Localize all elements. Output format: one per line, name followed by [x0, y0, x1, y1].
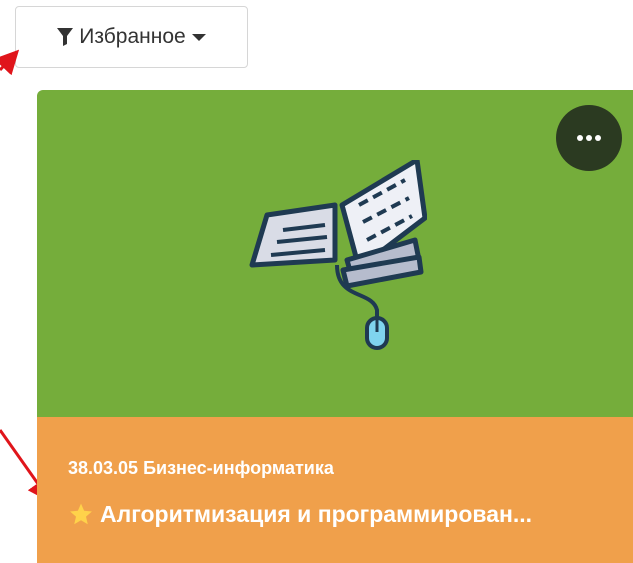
- ellipsis-icon: [577, 135, 583, 141]
- course-category: 38.03.05 Бизнес-информатика: [68, 458, 334, 478]
- book-with-mouse-icon: [249, 160, 427, 350]
- card-menu-button[interactable]: [556, 105, 622, 171]
- course-title: Алгоритмизация и программирован...: [100, 501, 533, 527]
- course-card-footer: 38.03.05 Бизнес-информатика Алгоритмизац…: [37, 417, 633, 563]
- course-card-image[interactable]: [37, 90, 633, 417]
- course-title-link[interactable]: Алгоритмизация и программирован...: [68, 501, 608, 528]
- arrow-to-filter: [0, 49, 20, 76]
- star-icon[interactable]: [68, 502, 94, 527]
- course-card[interactable]: 38.03.05 Бизнес-информатика Алгоритмизац…: [37, 90, 633, 563]
